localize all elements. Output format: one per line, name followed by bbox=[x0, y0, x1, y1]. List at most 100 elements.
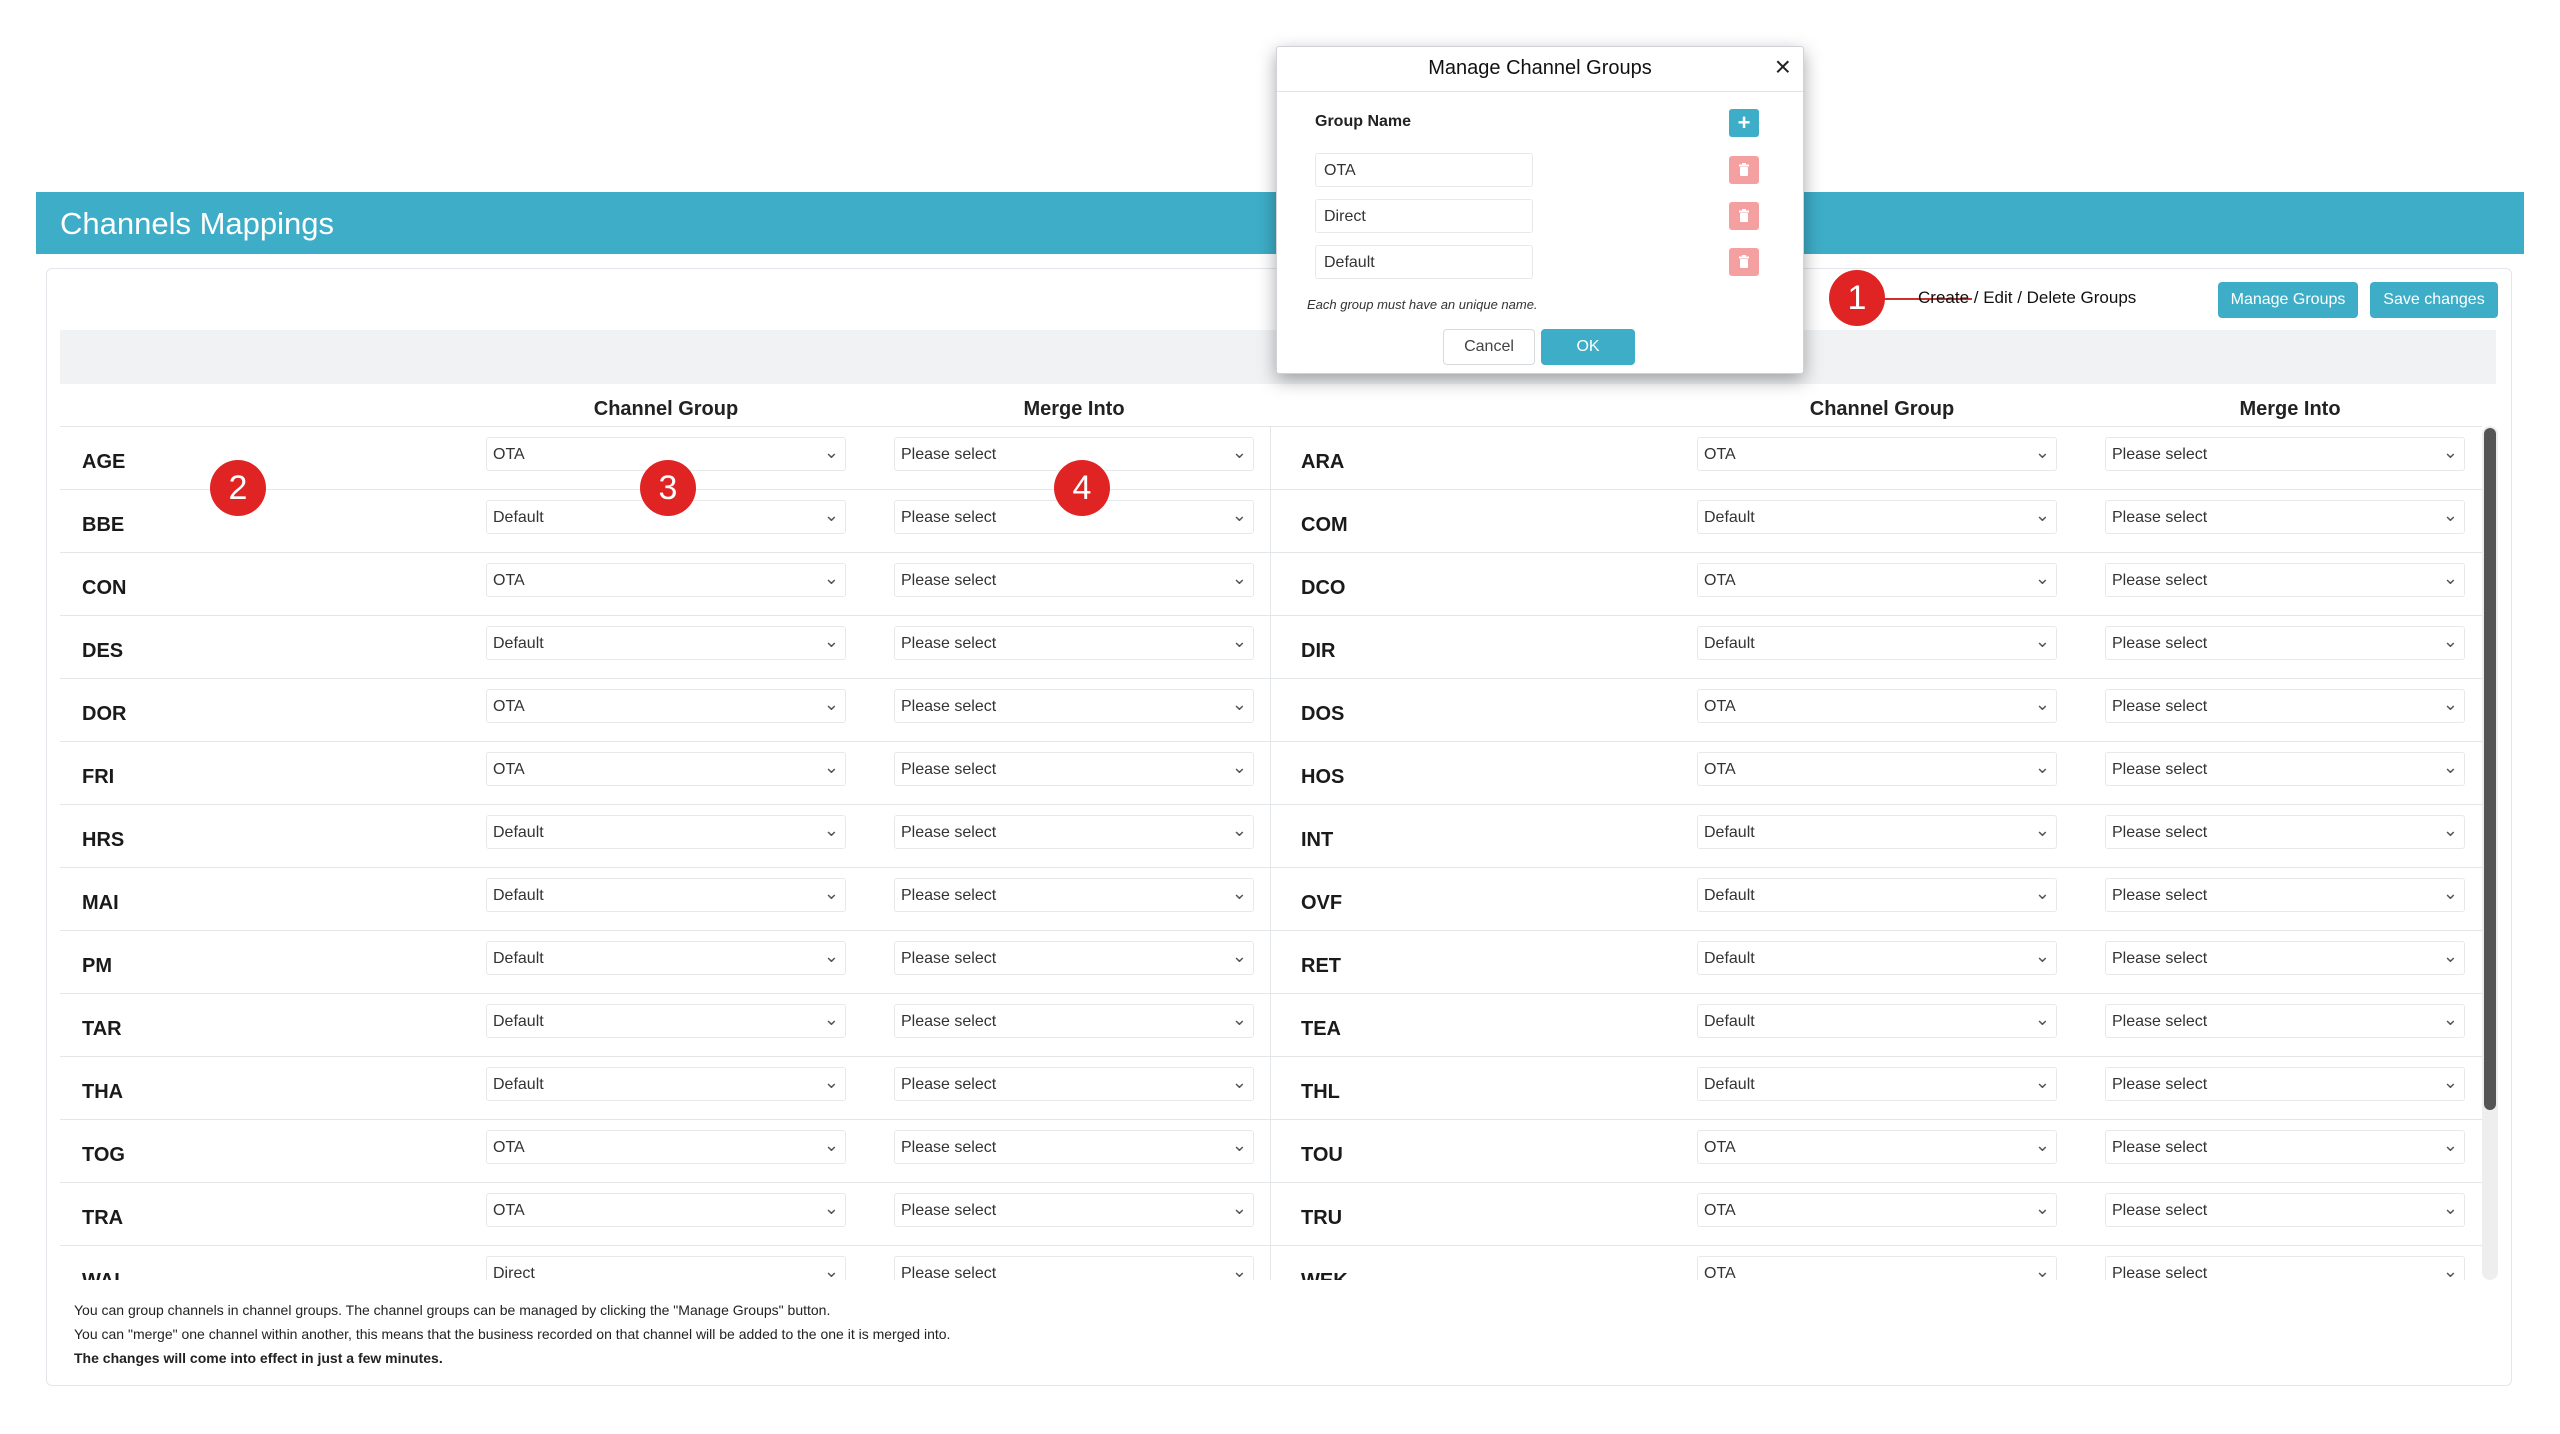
channel-code: TEA bbox=[1301, 1018, 1341, 1040]
chevron-down-icon: ⌄ bbox=[1231, 757, 1247, 777]
cancel-button[interactable]: Cancel bbox=[1443, 329, 1535, 365]
table-row: COM Default ⌄ Please select ⌄ bbox=[1270, 489, 2482, 552]
select-value: Default bbox=[493, 950, 544, 967]
select-value: OTA bbox=[493, 761, 525, 778]
merge-into-select[interactable]: Please select ⌄ bbox=[2105, 1256, 2465, 1280]
select-value: Default bbox=[493, 1013, 544, 1030]
channel-group-select[interactable]: OTA ⌄ bbox=[1697, 1193, 2057, 1227]
channel-code: ARA bbox=[1301, 451, 1345, 473]
channel-group-select[interactable]: OTA ⌄ bbox=[1697, 563, 2057, 597]
channel-group-select[interactable]: Default ⌄ bbox=[1697, 815, 2057, 849]
channel-group-select[interactable]: Default ⌄ bbox=[1697, 1067, 2057, 1101]
merge-into-select[interactable]: Please select ⌄ bbox=[894, 689, 1254, 723]
channel-group-select[interactable]: Default ⌄ bbox=[1697, 941, 2057, 975]
table-row: TOG OTA ⌄ Please select ⌄ bbox=[60, 1119, 1270, 1182]
channel-group-select[interactable]: Default ⌄ bbox=[1697, 500, 2057, 534]
channel-group-select[interactable]: Default ⌄ bbox=[486, 626, 846, 660]
chevron-down-icon: ⌄ bbox=[2442, 568, 2458, 588]
merge-into-select[interactable]: Please select ⌄ bbox=[894, 1130, 1254, 1164]
merge-into-select[interactable]: Please select ⌄ bbox=[2105, 1067, 2465, 1101]
delete-group-button[interactable] bbox=[1729, 156, 1759, 184]
channel-group-select[interactable]: OTA ⌄ bbox=[486, 1130, 846, 1164]
chevron-down-icon: ⌄ bbox=[2034, 442, 2050, 462]
select-value: Please select bbox=[2112, 824, 2208, 841]
chevron-down-icon: ⌄ bbox=[1231, 1135, 1247, 1155]
channel-group-select[interactable]: Default ⌄ bbox=[1697, 626, 2057, 660]
channel-group-select[interactable]: Default ⌄ bbox=[486, 1067, 846, 1101]
channel-group-select[interactable]: OTA ⌄ bbox=[1697, 437, 2057, 471]
table-row: WAI Direct ⌄ Please select ⌄ bbox=[60, 1245, 1270, 1280]
merge-into-select[interactable]: Please select ⌄ bbox=[894, 878, 1254, 912]
table-row: TEA Default ⌄ Please select ⌄ bbox=[1270, 993, 2482, 1056]
merge-into-select[interactable]: Please select ⌄ bbox=[2105, 500, 2465, 534]
merge-into-select[interactable]: Please select ⌄ bbox=[894, 626, 1254, 660]
merge-into-select[interactable]: Please select ⌄ bbox=[894, 1193, 1254, 1227]
channel-group-select[interactable]: OTA ⌄ bbox=[486, 1193, 846, 1227]
channel-group-select[interactable]: Default ⌄ bbox=[486, 878, 846, 912]
callout-badge-2: 2 bbox=[210, 460, 266, 516]
channel-group-select[interactable]: OTA ⌄ bbox=[486, 752, 846, 786]
table-scrollbar-thumb[interactable] bbox=[2484, 428, 2496, 1110]
select-value: Please select bbox=[2112, 446, 2208, 463]
chevron-down-icon: ⌄ bbox=[2442, 505, 2458, 525]
merge-into-select[interactable]: Please select ⌄ bbox=[2105, 815, 2465, 849]
merge-into-select[interactable]: Please select ⌄ bbox=[2105, 878, 2465, 912]
manage-groups-button[interactable]: Manage Groups bbox=[2218, 282, 2358, 318]
group-name-input[interactable]: Direct bbox=[1315, 199, 1533, 233]
merge-into-select[interactable]: Please select ⌄ bbox=[2105, 437, 2465, 471]
merge-into-select[interactable]: Please select ⌄ bbox=[894, 1067, 1254, 1101]
select-value: Please select bbox=[901, 1265, 997, 1280]
channel-group-select[interactable]: OTA ⌄ bbox=[1697, 1130, 2057, 1164]
merge-into-select[interactable]: Please select ⌄ bbox=[894, 1004, 1254, 1038]
merge-into-select[interactable]: Please select ⌄ bbox=[894, 815, 1254, 849]
plus-icon[interactable]: + bbox=[1729, 109, 1759, 137]
select-value: OTA bbox=[1704, 761, 1736, 778]
channel-group-select[interactable]: Default ⌄ bbox=[1697, 878, 2057, 912]
channel-group-select[interactable]: Default ⌄ bbox=[486, 1004, 846, 1038]
select-value: Default bbox=[1704, 824, 1755, 841]
ok-button[interactable]: OK bbox=[1541, 329, 1635, 365]
delete-group-button[interactable] bbox=[1729, 202, 1759, 230]
table-row: RET Default ⌄ Please select ⌄ bbox=[1270, 930, 2482, 993]
select-value: Please select bbox=[2112, 1013, 2208, 1030]
channel-group-select[interactable]: OTA ⌄ bbox=[486, 689, 846, 723]
select-value: Please select bbox=[2112, 950, 2208, 967]
channel-group-select[interactable]: Default ⌄ bbox=[486, 815, 846, 849]
channel-group-select[interactable]: Default ⌄ bbox=[486, 941, 846, 975]
merge-into-select[interactable]: Please select ⌄ bbox=[2105, 626, 2465, 660]
select-value: Please select bbox=[901, 446, 997, 463]
group-name-input[interactable]: Default bbox=[1315, 245, 1533, 279]
group-name-value: Direct bbox=[1324, 208, 1366, 225]
channel-group-select[interactable]: Default ⌄ bbox=[1697, 1004, 2057, 1038]
chevron-down-icon: ⌄ bbox=[2442, 820, 2458, 840]
channel-group-select[interactable]: OTA ⌄ bbox=[1697, 689, 2057, 723]
merge-into-select[interactable]: Please select ⌄ bbox=[2105, 1193, 2465, 1227]
channel-group-select[interactable]: OTA ⌄ bbox=[1697, 1256, 2057, 1280]
merge-into-select[interactable]: Please select ⌄ bbox=[894, 1256, 1254, 1280]
channel-code: INT bbox=[1301, 829, 1334, 851]
merge-into-select[interactable]: Please select ⌄ bbox=[2105, 1130, 2465, 1164]
merge-into-select[interactable]: Please select ⌄ bbox=[2105, 563, 2465, 597]
merge-into-select[interactable]: Please select ⌄ bbox=[2105, 752, 2465, 786]
select-value: Please select bbox=[901, 1076, 997, 1093]
close-icon[interactable]: × bbox=[1775, 53, 1791, 81]
delete-group-button[interactable] bbox=[1729, 248, 1759, 276]
channel-group-select[interactable]: Direct ⌄ bbox=[486, 1256, 846, 1280]
merge-into-select[interactable]: Please select ⌄ bbox=[2105, 1004, 2465, 1038]
channel-code: DOS bbox=[1301, 703, 1345, 725]
chevron-down-icon: ⌄ bbox=[1231, 883, 1247, 903]
select-value: Direct bbox=[493, 1265, 535, 1280]
dialog-divider bbox=[1277, 91, 1803, 92]
channel-group-select[interactable]: OTA ⌄ bbox=[1697, 752, 2057, 786]
merge-into-select[interactable]: Please select ⌄ bbox=[894, 752, 1254, 786]
channel-group-select[interactable]: OTA ⌄ bbox=[486, 563, 846, 597]
group-name-value: Default bbox=[1324, 254, 1375, 271]
group-name-input[interactable]: OTA bbox=[1315, 153, 1533, 187]
chevron-down-icon: ⌄ bbox=[2442, 946, 2458, 966]
channel-code: COM bbox=[1301, 514, 1348, 536]
merge-into-select[interactable]: Please select ⌄ bbox=[894, 563, 1254, 597]
save-changes-button[interactable]: Save changes bbox=[2370, 282, 2498, 318]
merge-into-select[interactable]: Please select ⌄ bbox=[2105, 941, 2465, 975]
merge-into-select[interactable]: Please select ⌄ bbox=[2105, 689, 2465, 723]
merge-into-select[interactable]: Please select ⌄ bbox=[894, 941, 1254, 975]
